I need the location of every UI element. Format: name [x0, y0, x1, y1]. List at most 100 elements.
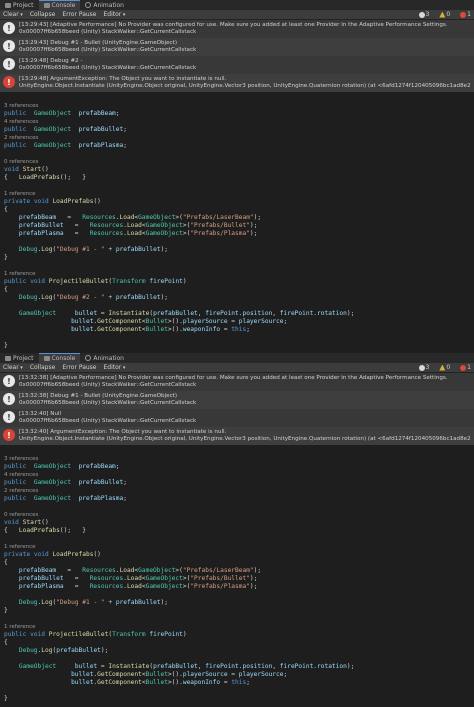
- log-entry[interactable]: ! [13:32:38] Debug #1 - Bullet (UnityEng…: [0, 391, 474, 409]
- code-line: public void ProjectileBullet(Transform f…: [4, 278, 187, 285]
- tab-animation[interactable]: Animation: [80, 353, 129, 363]
- log-entry-error[interactable]: ! [13:32:40] ArgumentException: The Obje…: [0, 427, 474, 445]
- log-list: ! [13:32:38] [Adaptive Performance] No P…: [0, 373, 474, 445]
- codelens-reference: 2 references: [4, 135, 39, 141]
- console-screenshot-1: Project Console Animation Clear Collapse…: [0, 0, 474, 353]
- log-stack: 0x00007ff6b658beed (Unity) StackWalker::…: [19, 400, 197, 406]
- console-icon: [43, 356, 50, 361]
- warning-icon: [439, 364, 446, 371]
- log-entry[interactable]: ! [13:29:48] Debug #2 -0x00007ff6b658bee…: [0, 56, 474, 74]
- code-line: public GameObject prefabPlasma;: [4, 495, 127, 502]
- code-line: bullet.GetComponent<Bullet>().playerSour…: [71, 318, 288, 325]
- code-line: Debug.Log("Debug #1 - " + prefabBullet);: [18, 246, 168, 253]
- info-icon: [418, 11, 425, 18]
- tab-project[interactable]: Project: [0, 0, 39, 10]
- console-screenshot-2: Project Console Animation Clear Collapse…: [0, 353, 474, 707]
- animation-icon: [85, 2, 92, 8]
- error-icon: [460, 11, 467, 18]
- log-entry[interactable]: ! [13:29:43] [Adaptive Performance] No P…: [0, 20, 474, 38]
- code-line: public GameObject prefabPlasma;: [4, 142, 127, 149]
- code-line: bullet.GetComponent<Bullet>().weaponInfo…: [71, 326, 250, 333]
- codelens-reference: 2 references: [4, 488, 39, 494]
- codelens-reference: 1 reference: [4, 191, 36, 197]
- animation-icon: [85, 355, 92, 361]
- info-icon: !: [3, 58, 15, 70]
- warning-icon: [439, 11, 446, 18]
- console-toolbar: Clear Collapse Error Pause Editor 3 0 1: [0, 10, 474, 20]
- code-line: private void LoadPrefabs(): [4, 551, 101, 558]
- info-icon: !: [3, 393, 15, 405]
- code-line: }: [4, 342, 8, 349]
- collapse-toggle[interactable]: Collapse: [30, 364, 56, 371]
- tab-console[interactable]: Console: [38, 353, 81, 363]
- console-toolbar: Clear Collapse Error Pause Editor 3 0 1: [0, 363, 474, 373]
- code-line: { LoadPrefabs(); }: [4, 174, 86, 181]
- clear-button[interactable]: Clear: [3, 364, 23, 371]
- info-count-toggle[interactable]: 3: [418, 11, 429, 18]
- log-message: [13:29:43] Debug #1 - Bullet (UnityEngin…: [19, 40, 178, 46]
- log-stack: 0x00007ff6b658beed (Unity) StackWalker::…: [19, 382, 197, 388]
- log-entry[interactable]: ! [13:32:38] [Adaptive Performance] No P…: [0, 373, 474, 391]
- editor-dropdown[interactable]: Editor: [104, 11, 126, 18]
- error-count-toggle[interactable]: 1: [460, 11, 471, 18]
- editor-tab-bar: Project Console Animation: [0, 353, 474, 363]
- log-message: [13:29:48] ArgumentException: The Object…: [19, 76, 227, 82]
- code-line: { LoadPrefabs(); }: [4, 527, 86, 534]
- error-icon: !: [3, 76, 15, 88]
- log-stack: UnityEngine.Object.Instantiate (UnityEng…: [19, 436, 471, 442]
- codelens-reference: 3 references: [4, 103, 39, 109]
- log-entry-error[interactable]: ! [13:29:48] ArgumentException: The Obje…: [0, 74, 474, 92]
- code-line: public GameObject prefabBeam;: [4, 110, 120, 117]
- code-line: {: [4, 639, 8, 646]
- tab-console[interactable]: Console: [38, 0, 81, 10]
- collapse-toggle[interactable]: Collapse: [30, 11, 56, 18]
- tab-label: Project: [13, 1, 34, 9]
- log-stack: 0x00007ff6b658beed (Unity) StackWalker::…: [19, 29, 197, 35]
- code-line: prefabBullet = Resources.Load<GameObject…: [18, 575, 258, 582]
- info-icon: !: [3, 411, 15, 423]
- log-stack: 0x00007ff6b658beed (Unity) StackWalker::…: [19, 47, 197, 53]
- log-message: [13:32:40] Null: [19, 411, 62, 417]
- error-count-toggle[interactable]: 1: [460, 364, 471, 371]
- code-line: prefabPlasma = Resources.Load<GameObject…: [18, 583, 258, 590]
- clear-button[interactable]: Clear: [3, 11, 23, 18]
- codelens-reference: 4 references: [4, 119, 39, 125]
- info-icon: !: [3, 22, 15, 34]
- editor-dropdown[interactable]: Editor: [104, 364, 126, 371]
- error-pause-toggle[interactable]: Error Pause: [62, 364, 96, 371]
- code-line: GameObject bullet = Instantiate(prefabBu…: [18, 663, 355, 670]
- editor-tab-bar: Project Console Animation: [0, 0, 474, 10]
- info-icon: !: [3, 375, 15, 387]
- error-pause-toggle[interactable]: Error Pause: [62, 11, 96, 18]
- code-view: 3 references public GameObject prefabBeam…: [0, 445, 474, 705]
- code-line: prefabBeam = Resources.Load<GameObject>(…: [18, 214, 262, 221]
- log-entry[interactable]: ! [13:29:43] Debug #1 - Bullet (UnityEng…: [0, 38, 474, 56]
- log-list: ! [13:29:43] [Adaptive Performance] No P…: [0, 20, 474, 92]
- tab-animation[interactable]: Animation: [80, 0, 129, 10]
- log-stack: 0x00007ff6b658beed (Unity) StackWalker::…: [19, 418, 197, 424]
- warning-count-toggle[interactable]: 0: [439, 364, 450, 371]
- codelens-reference: 0 references: [4, 512, 39, 518]
- log-message: [13:29:48] Debug #2 -: [19, 58, 83, 64]
- console-icon: [43, 3, 50, 8]
- code-line: {: [4, 206, 8, 213]
- log-entry[interactable]: ! [13:32:40] Null 0x00007ff6b658beed (Uni…: [0, 409, 474, 427]
- log-message: [13:32:38] [Adaptive Performance] No Pro…: [19, 375, 448, 381]
- code-line: prefabBeam = Resources.Load<GameObject>(…: [18, 567, 262, 574]
- tab-project[interactable]: Project: [0, 353, 39, 363]
- code-line: void Start(): [4, 519, 49, 526]
- log-stack: 0x00007ff6b658beed (Unity) StackWalker::…: [19, 65, 197, 71]
- warning-count-toggle[interactable]: 0: [439, 11, 450, 18]
- info-count-toggle[interactable]: 3: [418, 364, 429, 371]
- code-line: }: [4, 254, 8, 261]
- code-line: bullet.GetComponent<Bullet>().weaponInfo…: [71, 679, 250, 686]
